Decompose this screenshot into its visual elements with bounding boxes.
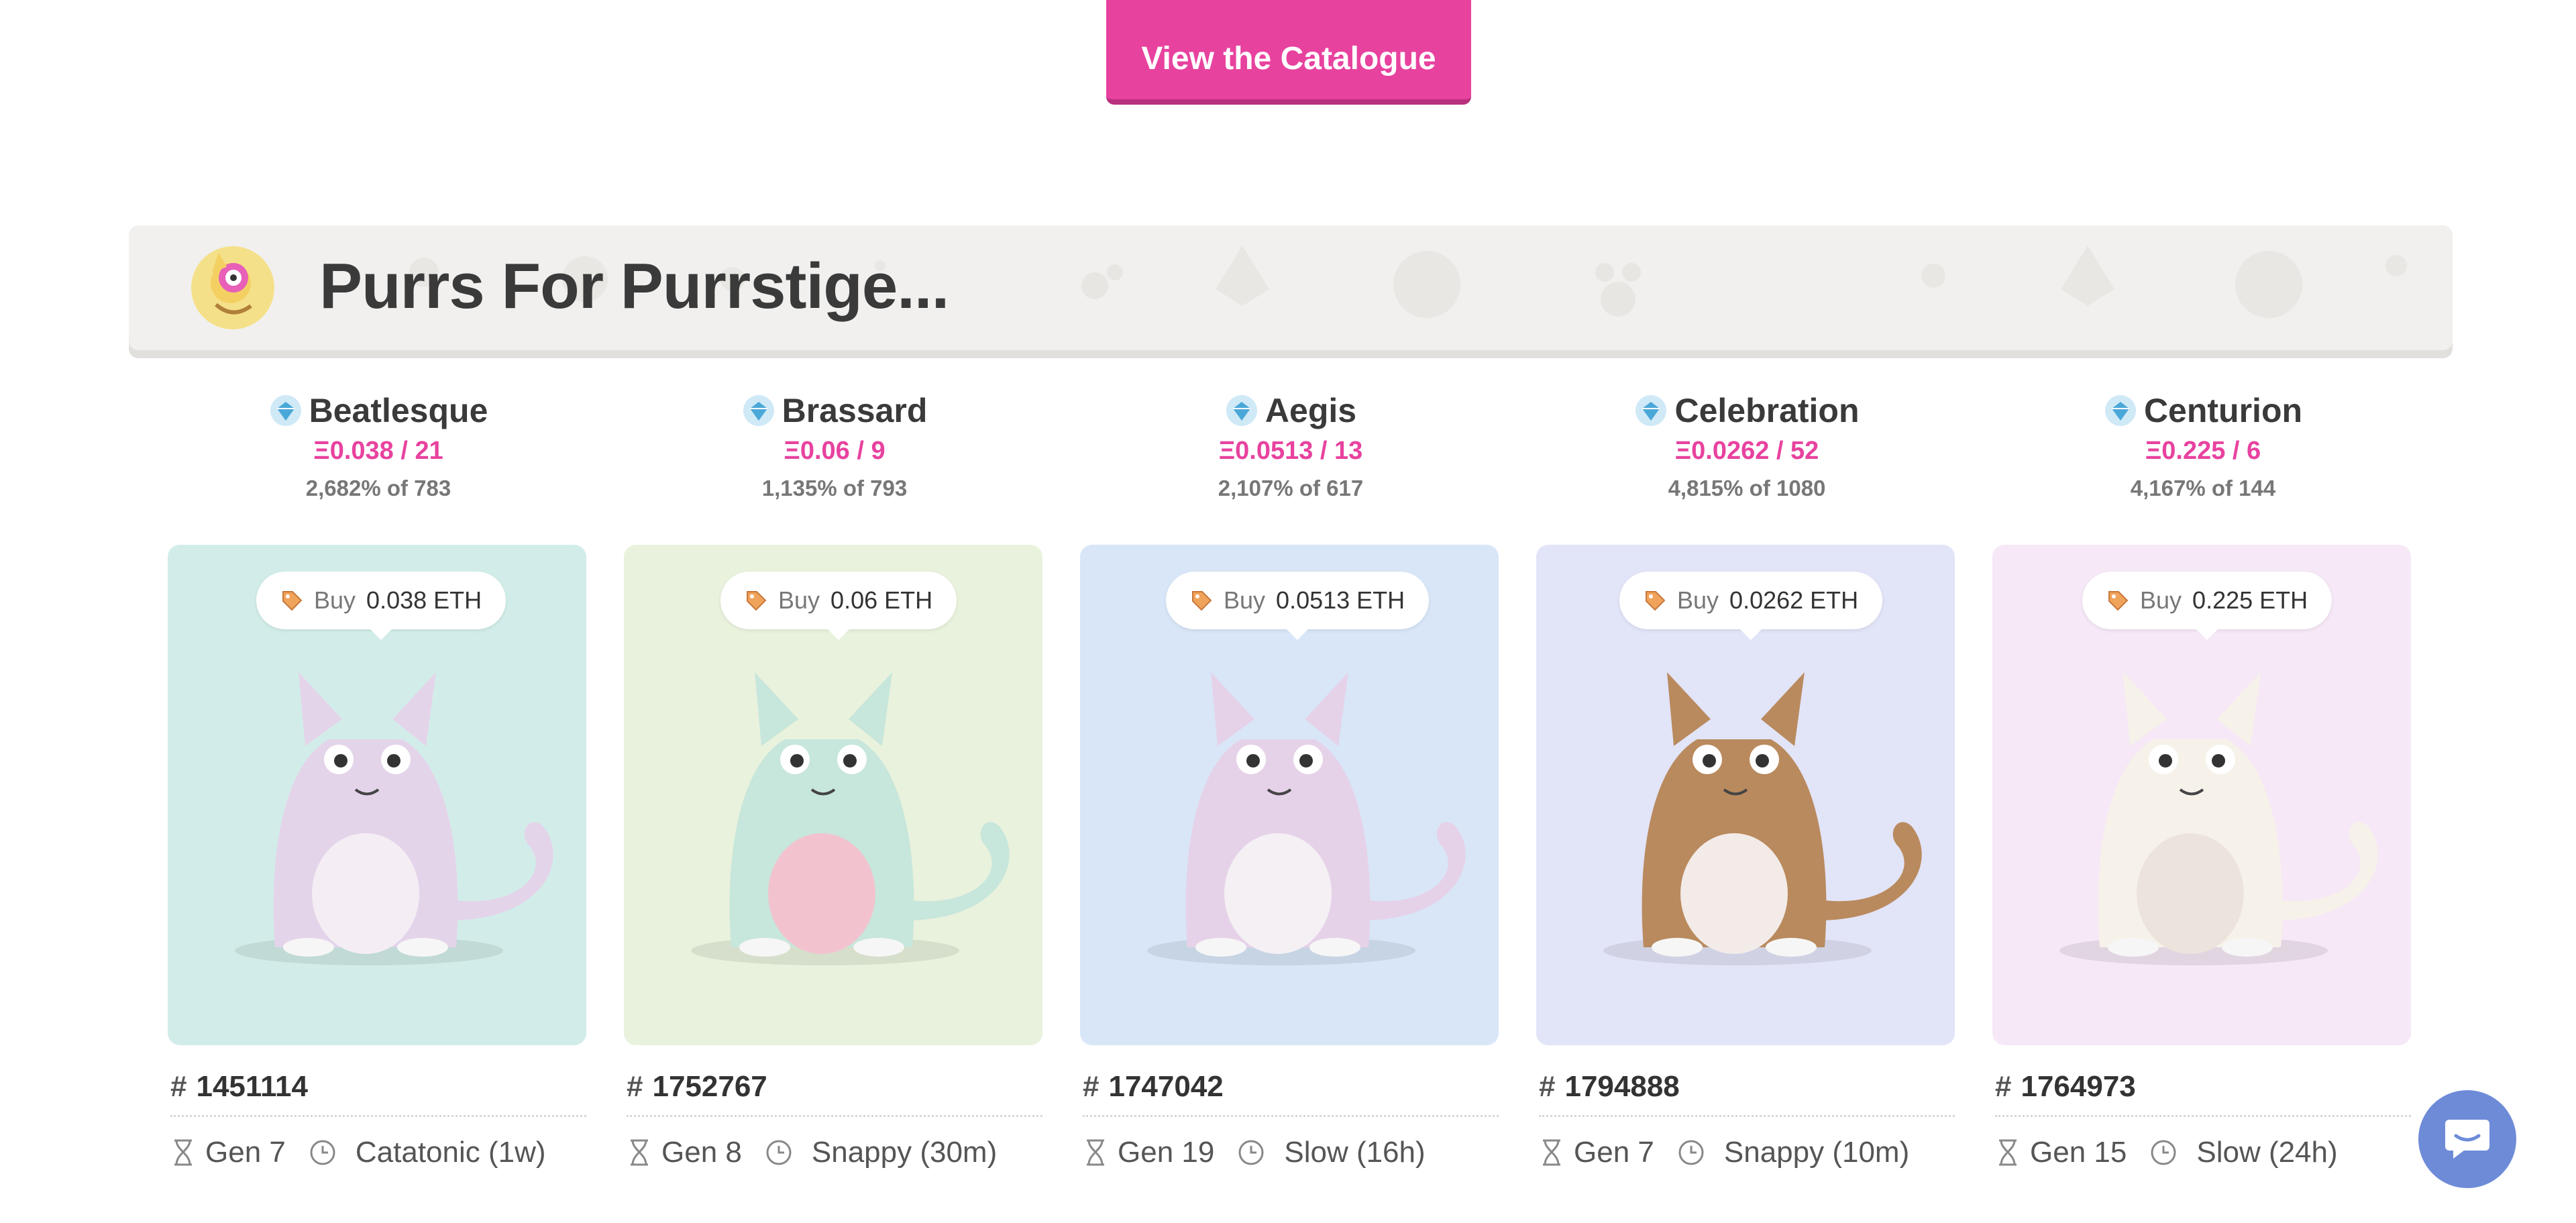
fancy-badge-icon	[743, 395, 774, 426]
cat-price-count: Ξ0.06 / 9	[784, 437, 885, 465]
cat-percent: 2,682% of 783	[305, 476, 451, 500]
cat-name[interactable]: Beatlesque	[309, 392, 488, 429]
cat-meta-1: #1752767 Gen 8 Snappy (30m)	[627, 1068, 1048, 1169]
divider	[1083, 1115, 1499, 1117]
cat-id[interactable]: 1752767	[652, 1070, 767, 1103]
cat-price-count: Ξ0.0513 / 13	[1218, 437, 1363, 465]
cat-meta-3: #1794888 Gen 7 Snappy (10m)	[1539, 1068, 1960, 1169]
hash-icon: #	[627, 1070, 643, 1103]
price-tag-icon	[1646, 591, 1666, 611]
fancy-badge-icon	[2104, 395, 2136, 426]
hourglass-icon	[1999, 1139, 2017, 1166]
cat-card[interactable]: Buy 0.06 ETH	[624, 545, 1042, 1045]
buy-button[interactable]: Buy 0.038 ETH	[256, 572, 506, 640]
cat-generation: Gen 7	[1574, 1136, 1654, 1169]
cat-price-count: Ξ0.038 / 21	[313, 437, 443, 465]
hourglass-icon	[631, 1139, 648, 1166]
cat-id[interactable]: 1451114	[196, 1070, 307, 1103]
buy-button[interactable]: Buy 0.225 ETH	[2082, 572, 2332, 640]
buy-label: Buy	[778, 586, 820, 614]
cat-card[interactable]: Buy 0.038 ETH	[168, 545, 586, 1045]
cat-header-1: Brassard Ξ0.06 / 9 1,135% of 793	[624, 389, 1045, 507]
price-tag-icon	[1192, 591, 1212, 611]
cat-header-0: Beatlesque Ξ0.038 / 21 2,682% of 783	[168, 389, 589, 507]
cat-id[interactable]: 1764973	[2021, 1070, 2135, 1103]
section-banner: Purrs For Purrstige...	[129, 225, 2453, 350]
hash-icon: #	[170, 1070, 187, 1103]
divider	[1995, 1115, 2411, 1117]
chat-bubble-icon	[2445, 1120, 2489, 1159]
hash-icon: #	[1083, 1070, 1099, 1103]
cat-card[interactable]: Buy 0.0262 ETH	[1536, 545, 1955, 1045]
cat-meta-2: #1747042 Gen 19 Slow (16h)	[1083, 1068, 1504, 1169]
cat-price-count: Ξ0.225 / 6	[2145, 437, 2261, 465]
cat-id[interactable]: 1794888	[1564, 1070, 1679, 1103]
hourglass-icon	[174, 1139, 192, 1166]
section-avatar-icon	[191, 246, 274, 329]
buy-button[interactable]: Buy 0.0513 ETH	[1166, 572, 1430, 640]
cat-cooldown: Catatonic (1w)	[355, 1136, 546, 1169]
cat-card[interactable]: Buy 0.0513 ETH	[1080, 545, 1499, 1045]
clock-icon	[1238, 1140, 1264, 1165]
divider	[1539, 1115, 1955, 1117]
buy-price: 0.0513 ETH	[1276, 586, 1405, 614]
buy-price: 0.038 ETH	[366, 586, 482, 614]
cat-name[interactable]: Aegis	[1265, 392, 1356, 429]
fancy-badge-icon	[270, 395, 301, 426]
clock-icon	[1678, 1140, 1704, 1165]
fancy-badge-icon	[1226, 395, 1257, 426]
buy-price: 0.225 ETH	[2192, 586, 2308, 614]
cat-name[interactable]: Centurion	[2144, 392, 2302, 429]
buy-label: Buy	[2140, 586, 2182, 614]
cat-header-4: Centurion Ξ0.225 / 6 4,167% of 144	[1992, 389, 2414, 507]
view-catalogue-button[interactable]: View the Catalogue	[1106, 0, 1471, 105]
fancy-badge-icon	[1635, 395, 1667, 426]
cat-percent: 1,135% of 793	[761, 476, 908, 500]
cat-cooldown: Slow (16h)	[1284, 1136, 1426, 1169]
cat-header-3: Celebration Ξ0.0262 / 52 4,815% of 1080	[1536, 389, 1957, 507]
clock-icon	[766, 1140, 792, 1165]
buy-price: 0.06 ETH	[830, 586, 933, 614]
divider	[627, 1115, 1042, 1117]
cat-meta-4: #1764973 Gen 15 Slow (24h)	[1995, 1068, 2416, 1169]
cat-name[interactable]: Brassard	[782, 392, 928, 429]
cat-meta-0: #1451114 Gen 7 Catatonic (1w)	[170, 1068, 592, 1169]
buy-button[interactable]: Buy 0.06 ETH	[720, 572, 957, 640]
cat-name[interactable]: Celebration	[1674, 392, 1859, 429]
cat-percent: 4,815% of 1080	[1668, 476, 1826, 500]
price-tag-icon	[282, 591, 303, 611]
cat-id[interactable]: 1747042	[1108, 1070, 1223, 1103]
cat-price-count: Ξ0.0262 / 52	[1674, 437, 1819, 465]
cat-generation: Gen 19	[1118, 1136, 1215, 1169]
buy-label: Buy	[1677, 586, 1719, 614]
buy-label: Buy	[1224, 586, 1266, 614]
cat-card[interactable]: Buy 0.225 ETH	[1992, 545, 2411, 1045]
clock-icon	[2151, 1140, 2176, 1165]
cat-generation: Gen 15	[2030, 1136, 2127, 1169]
cat-cooldown: Snappy (10m)	[1723, 1136, 1910, 1169]
hash-icon: #	[1995, 1070, 2012, 1103]
buy-button[interactable]: Buy 0.0262 ETH	[1619, 572, 1883, 640]
hourglass-icon	[1543, 1139, 1560, 1166]
chat-button[interactable]	[2418, 1090, 2516, 1188]
cat-cooldown: Slow (24h)	[2196, 1136, 2338, 1169]
divider	[170, 1115, 586, 1117]
cat-generation: Gen 7	[205, 1136, 286, 1169]
cat-generation: Gen 8	[661, 1136, 742, 1169]
cat-percent: 4,167% of 144	[2130, 476, 2276, 500]
section-title: Purrs For Purrstige...	[319, 250, 949, 322]
cat-percent: 2,107% of 617	[1218, 476, 1364, 500]
hourglass-icon	[1087, 1139, 1104, 1166]
clock-icon	[310, 1140, 335, 1165]
cat-cooldown: Snappy (30m)	[811, 1136, 998, 1169]
price-tag-icon	[747, 591, 767, 611]
hash-icon: #	[1539, 1070, 1556, 1103]
cat-header-2: Aegis Ξ0.0513 / 13 2,107% of 617	[1080, 389, 1501, 507]
price-tag-icon	[2108, 591, 2129, 611]
buy-label: Buy	[314, 586, 356, 614]
buy-price: 0.0262 ETH	[1729, 586, 1859, 614]
